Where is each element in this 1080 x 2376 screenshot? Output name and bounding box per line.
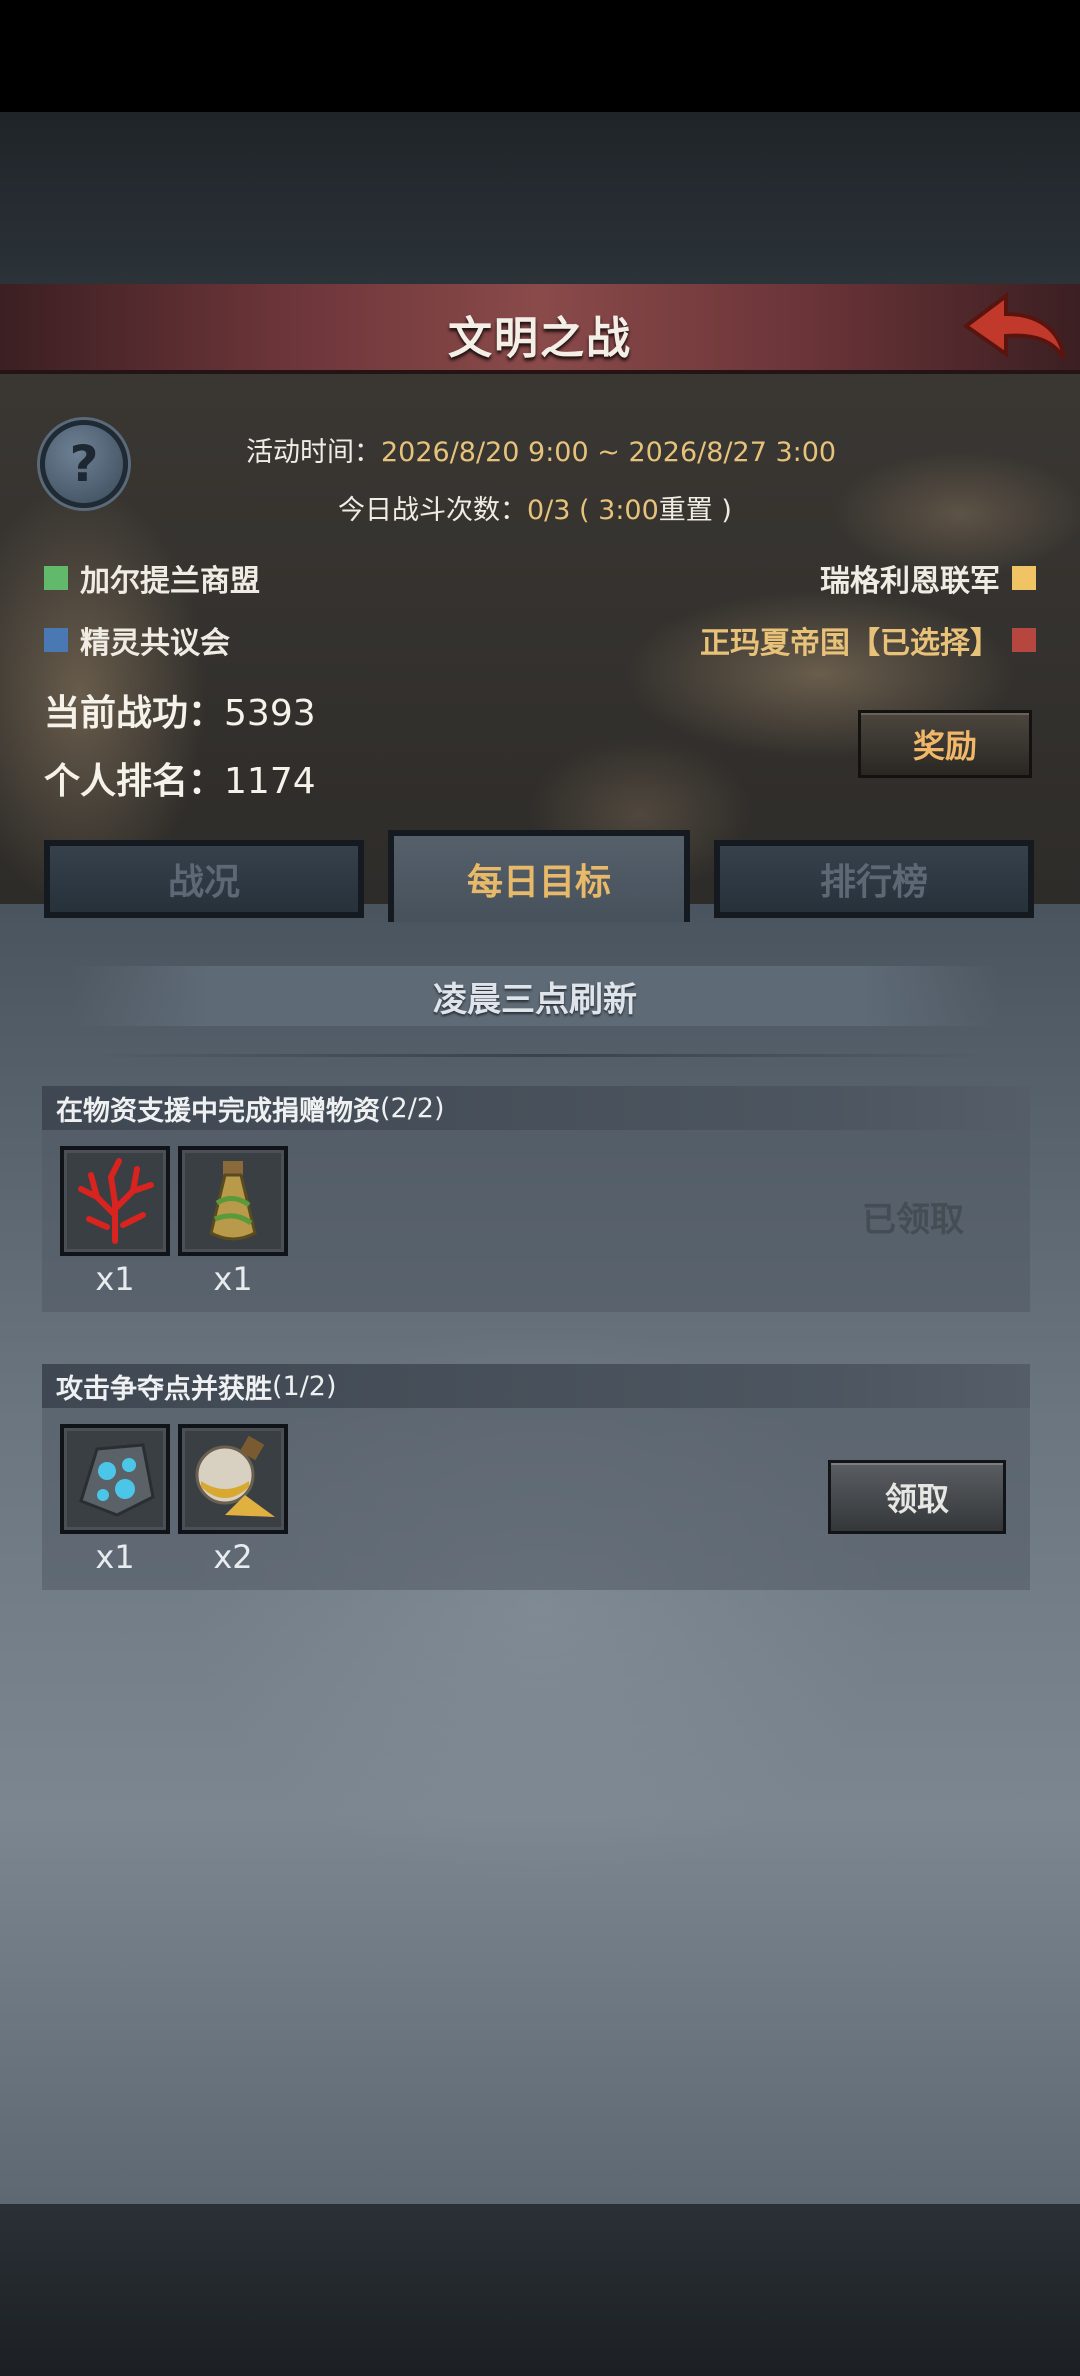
rank-value: 1174 bbox=[224, 761, 316, 802]
faction-name: 瑞格利恩联军 bbox=[820, 564, 1000, 599]
page-title: 文明之战 bbox=[448, 313, 632, 364]
item-quantity: x1 bbox=[213, 1260, 253, 1298]
item-quantity: x1 bbox=[95, 1538, 135, 1576]
task-card: 在物资支援中完成捐赠物资 (2/2) x1 x1 已领取 bbox=[42, 1086, 1030, 1312]
reward-button[interactable]: 奖励 bbox=[858, 710, 1032, 778]
refresh-banner: 凌晨三点刷新 bbox=[70, 966, 1000, 1026]
task-title: 攻击争夺点并获胜 bbox=[56, 1373, 272, 1405]
battle-count-label: 今日战斗次数： bbox=[338, 495, 527, 526]
help-button[interactable]: ? bbox=[40, 420, 128, 508]
claimed-status: 已领取 bbox=[862, 1200, 964, 1240]
title-bar: 文明之战 bbox=[0, 284, 1080, 374]
faction-name: 正玛夏帝国【已选择】 bbox=[700, 626, 1000, 661]
reward-item[interactable]: x1 bbox=[178, 1146, 288, 1298]
item-slot bbox=[60, 1146, 170, 1256]
faction-elf-council: 精灵共议会 bbox=[44, 618, 230, 662]
rank-label: 个人排名： bbox=[44, 761, 225, 802]
tab-leaderboard[interactable]: 排行榜 bbox=[714, 840, 1034, 918]
question-mark-icon: ? bbox=[69, 435, 99, 493]
divider bbox=[90, 1054, 990, 1057]
item-slot bbox=[60, 1424, 170, 1534]
gold-dust-flask-icon bbox=[185, 1431, 281, 1527]
map-panel: ? 活动时间：2026/8/20 9:00 ~ 2026/8/27 3:00 今… bbox=[0, 374, 1080, 904]
item-slot bbox=[178, 1424, 288, 1534]
task-card: 攻击争夺点并获胜 (1/2) x1 x2 领取 bbox=[42, 1364, 1030, 1590]
faction-zhengmaxia-selected: 正玛夏帝国【已选择】 bbox=[700, 618, 1036, 662]
event-time: 活动时间：2026/8/20 9:00 ~ 2026/8/27 3:00 bbox=[246, 430, 836, 469]
faction-color-square bbox=[1012, 566, 1036, 590]
reward-item[interactable]: x1 bbox=[60, 1146, 170, 1298]
claim-button[interactable]: 领取 bbox=[828, 1460, 1006, 1534]
reward-item[interactable]: x1 bbox=[60, 1424, 170, 1576]
item-quantity: x1 bbox=[95, 1260, 135, 1298]
tab-bar: 战况 每日目标 排行榜 bbox=[44, 830, 1034, 922]
faction-color-square bbox=[44, 628, 68, 652]
merit-label: 当前战功： bbox=[44, 693, 225, 734]
task-progress: (1/2) bbox=[272, 1370, 337, 1402]
event-time-label: 活动时间： bbox=[246, 437, 381, 468]
item-quantity: x2 bbox=[213, 1538, 253, 1576]
potion-bottle-icon bbox=[185, 1153, 281, 1249]
task-title: 在物资支援中完成捐赠物资 bbox=[56, 1095, 380, 1127]
faction-name: 精灵共议会 bbox=[80, 626, 230, 661]
current-merit: 当前战功：5393 bbox=[44, 684, 316, 736]
battle-count-reset: 重置 ) bbox=[658, 495, 732, 526]
faction-name: 加尔提兰商盟 bbox=[80, 564, 260, 599]
back-button[interactable] bbox=[960, 288, 1070, 368]
faction-rageleon: 瑞格利恩联军 bbox=[820, 556, 1036, 600]
reward-item[interactable]: x2 bbox=[178, 1424, 288, 1576]
task-progress: (2/2) bbox=[380, 1092, 445, 1124]
bottom-backdrop bbox=[0, 2204, 1080, 2376]
faction-color-square bbox=[44, 566, 68, 590]
event-time-value: 2026/8/20 9:00 ~ 2026/8/27 3:00 bbox=[381, 437, 837, 468]
battle-count-value: 0/3 ( 3:00 bbox=[527, 495, 659, 526]
faction-galtilan: 加尔提兰商盟 bbox=[44, 556, 260, 600]
battle-count: 今日战斗次数：0/3 ( 3:00重置 ) bbox=[338, 488, 732, 527]
daily-goals-panel: 凌晨三点刷新 在物资支援中完成捐赠物资 (2/2) x1 x1 已领取 攻击争夺… bbox=[0, 904, 1080, 2204]
merit-value: 5393 bbox=[224, 693, 316, 734]
red-coral-icon bbox=[67, 1153, 163, 1249]
status-bar-area bbox=[0, 0, 1080, 112]
task-header: 攻击争夺点并获胜 (1/2) bbox=[42, 1364, 1030, 1408]
top-backdrop bbox=[0, 112, 1080, 284]
tab-battle-status[interactable]: 战况 bbox=[44, 840, 364, 918]
personal-rank: 个人排名：1174 bbox=[44, 752, 316, 804]
task-header: 在物资支援中完成捐赠物资 (2/2) bbox=[42, 1086, 1030, 1130]
item-slot bbox=[178, 1146, 288, 1256]
blue-crystal-stone-icon bbox=[67, 1431, 163, 1527]
faction-color-square bbox=[1012, 628, 1036, 652]
tab-daily-goals[interactable]: 每日目标 bbox=[388, 830, 690, 922]
back-arrow-icon bbox=[962, 292, 1066, 360]
